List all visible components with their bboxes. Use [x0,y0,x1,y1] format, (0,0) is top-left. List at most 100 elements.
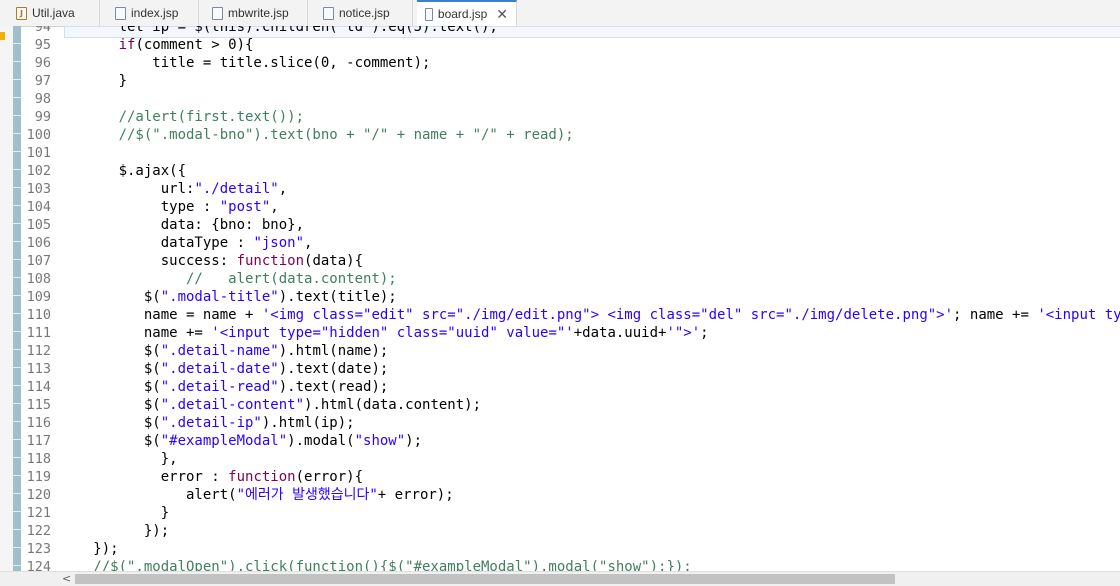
code-line[interactable]: 95 if(comment > 0){ [21,36,1120,54]
tab-notice-jsp[interactable]: notice.jsp [315,0,413,26]
code-line[interactable]: 115 $(".detail-content").html(data.conte… [21,396,1120,414]
code-line[interactable]: 111 name += '<input type="hidden" class=… [21,324,1120,342]
code-line[interactable]: 116 $(".detail-ip").html(ip); [21,414,1120,432]
code-text: if(comment > 0){ [68,36,254,54]
jsp-file-icon [425,7,433,21]
tab-util-java[interactable]: J Util.java [8,0,100,26]
code-token: $( [68,343,161,359]
code-token: ".detail-name" [160,343,279,359]
line-number: 109 [26,289,51,305]
code-token: ".detail-ip" [160,415,262,431]
code-text: //alert(first.text()); [68,108,304,126]
code-token: ".modal-title" [160,289,279,305]
warning-marker-icon [0,32,5,40]
code-token: '<input type="hid [1037,307,1120,323]
code-line[interactable]: 117 $("#exampleModal").modal("show"); [21,432,1120,450]
code-token: success: [68,253,237,269]
code-token: + error); [377,487,454,503]
code-token: data: {bno: bno}, [68,217,305,233]
code-token: } [68,73,128,89]
code-token: type : [68,199,220,215]
code-token: name = name + [68,307,262,323]
code-line[interactable]: 112 $(".detail-name").html(name); [21,342,1120,360]
code-line[interactable]: 120 alert("에러가 발생했습니다"+ error); [21,486,1120,504]
code-line[interactable]: 107 success: function(data){ [21,252,1120,270]
code-text: $.ajax({ [68,162,186,180]
code-text: let ip = $(this).children('td').eq(5).te… [68,26,498,36]
line-number: 106 [26,235,51,251]
code-line[interactable]: 105 data: {bno: bno}, [21,216,1120,234]
code-token: url: [68,181,195,197]
code-token: ).text(title); [278,289,397,305]
code-token: ).html(data.content); [304,397,482,413]
scroll-left-arrow-icon[interactable]: < [62,572,71,585]
code-line[interactable]: 99 //alert(first.text()); [21,108,1120,126]
tab-board-jsp[interactable]: board.jsp ✕ [417,0,517,26]
code-text: type : "post", [68,198,279,216]
code-line[interactable]: 119 error : function(error){ [21,468,1120,486]
code-editor[interactable]: 94 let ip = $(this).children('td').eq(5)… [21,26,1120,571]
code-token: ".detail-read" [160,379,279,395]
code-line[interactable]: 122 }); [21,522,1120,540]
line-number: 95 [34,37,51,53]
code-token: ).text(date); [278,361,389,377]
code-line[interactable]: 113 $(".detail-date").text(date); [21,360,1120,378]
code-token: title = title.slice(0, -comment); [68,55,431,71]
code-line[interactable]: 124 //$(".modalOpen").click(function(){$… [21,558,1120,571]
code-text: $(".detail-content").html(data.content); [68,396,481,414]
code-line[interactable]: 101 [21,144,1120,162]
tab-mbwrite-jsp[interactable]: mbwrite.jsp [204,0,308,26]
code-token: ).text(read); [278,379,389,395]
code-line[interactable]: 109 $(".modal-title").text(title); [21,288,1120,306]
scrollbar-thumb[interactable] [75,574,895,584]
java-file-icon: J [16,6,27,20]
line-number: 105 [26,217,51,233]
code-token: '<img class="edit" src="./img/edit.png">… [261,307,954,323]
code-line[interactable]: 96 title = title.slice(0, -comment); [21,54,1120,72]
code-token: function [228,469,296,485]
close-icon[interactable]: ✕ [496,6,508,23]
code-token: $( [68,289,161,305]
code-line[interactable]: 118 }, [21,450,1120,468]
code-line[interactable]: 103 url:"./detail", [21,180,1120,198]
tab-index-jsp[interactable]: index.jsp [107,0,199,26]
code-token: $.ajax({ [68,163,187,179]
code-token: // alert(data.content); [68,271,397,287]
code-text: title = title.slice(0, -comment); [68,54,430,72]
code-text: name = name + '<img class="edit" src="./… [68,306,1120,324]
jsp-file-icon [115,6,126,20]
code-text: $(".modal-title").text(title); [68,288,397,306]
horizontal-scrollbar[interactable]: < [0,571,1120,586]
code-token: //$(".modal-bno").text(bno + "/" + name … [68,127,574,143]
code-text: } [68,504,169,522]
tab-label: board.jsp [437,7,488,21]
tab-label: index.jsp [131,6,179,20]
code-token: //$(".modalOpen").click(function(){$("#e… [68,559,692,571]
line-number: 99 [34,109,51,125]
code-line[interactable]: 100 //$(".modal-bno").text(bno + "/" + n… [21,126,1120,144]
code-line[interactable]: 108 // alert(data.content); [21,270,1120,288]
code-text: $(".detail-date").text(date); [68,360,388,378]
code-token: (error){ [295,469,364,485]
line-number: 112 [26,343,51,359]
line-number: 123 [26,541,51,557]
code-line[interactable]: 121 } [21,504,1120,522]
code-token: ).modal( [287,433,355,449]
code-token: ).html(ip); [261,415,355,431]
line-number: 98 [34,91,51,107]
line-number: 108 [26,271,51,287]
code-line[interactable]: 102 $.ajax({ [21,162,1120,180]
code-token: '">' [666,325,701,341]
code-line[interactable]: 106 dataType : "json", [21,234,1120,252]
code-line[interactable]: 123 }); [21,540,1120,558]
code-token: "post" [219,199,271,215]
code-text: //$(".modalOpen").click(function(){$("#e… [68,558,692,571]
code-token: $( [68,397,161,413]
code-line[interactable]: 94 let ip = $(this).children('td').eq(5)… [21,26,1120,36]
code-line[interactable]: 104 type : "post", [21,198,1120,216]
code-line[interactable]: 110 name = name + '<img class="edit" src… [21,306,1120,324]
code-line[interactable]: 98 [21,90,1120,108]
code-line[interactable]: 114 $(".detail-read").text(read); [21,378,1120,396]
code-line[interactable]: 97 } [21,72,1120,90]
line-number: 124 [26,559,51,571]
